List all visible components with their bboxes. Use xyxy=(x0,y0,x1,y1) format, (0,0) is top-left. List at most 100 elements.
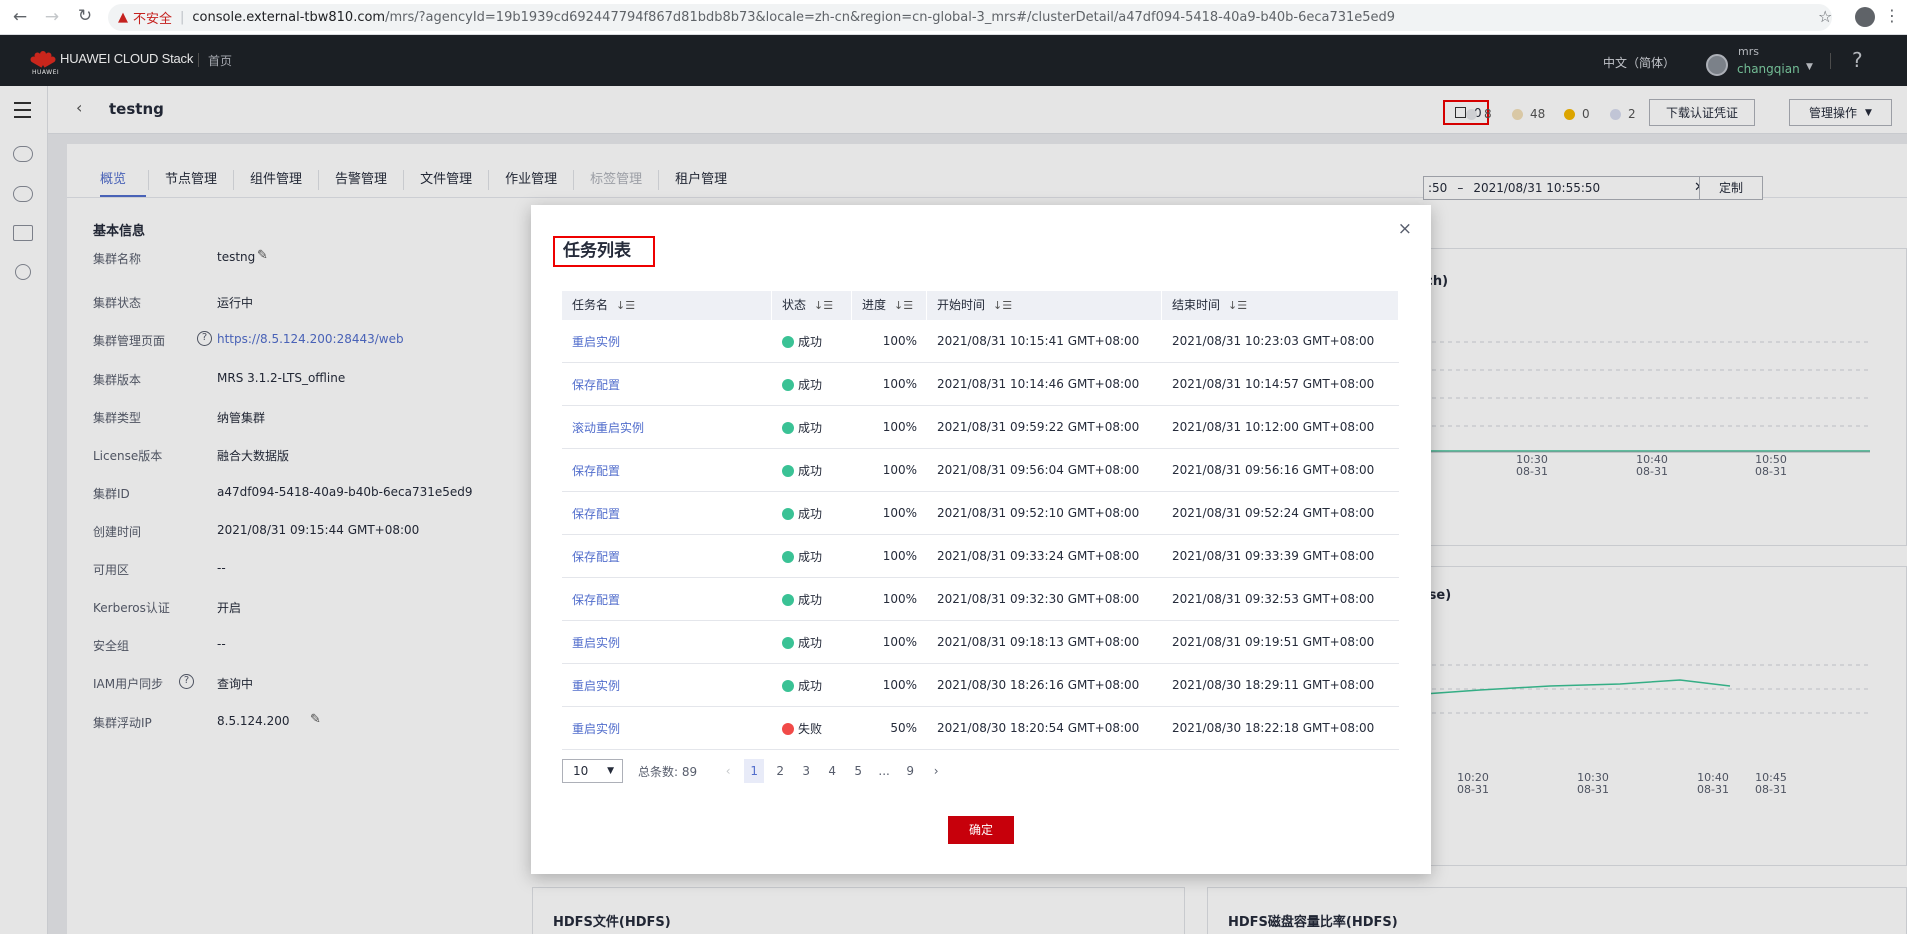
status-text: 成功 xyxy=(798,334,823,349)
table-row: 保存配置 成功 100% 2021/08/31 09:32:30 GMT+08:00 2… xyxy=(562,578,1399,621)
total-count: 总条数: 89 xyxy=(638,764,698,779)
page-number[interactable]: 4 xyxy=(819,764,845,778)
sort-icon[interactable]: ↓☰ xyxy=(814,291,833,320)
profile-icon[interactable] xyxy=(1855,7,1875,27)
table-header: 任务名 ↓☰ 状态 ↓☰ 进度 ↓☰ 开始时间 ↓☰ 结束时间 ↓☰ xyxy=(562,291,1399,320)
task-progress: 100% xyxy=(882,549,917,563)
task-status: 成功 xyxy=(772,634,852,651)
dialog-title: 任务列表 xyxy=(553,236,655,267)
task-start-time: 2021/08/31 09:59:22 GMT+08:00 xyxy=(937,420,1140,434)
more-menu-icon[interactable]: ⋮ xyxy=(1884,6,1900,25)
task-name-link[interactable]: 保存配置 xyxy=(562,462,772,479)
close-icon[interactable]: × xyxy=(1398,219,1412,239)
task-name-link[interactable]: 重启实例 xyxy=(562,720,772,737)
insecure-label: 不安全 xyxy=(133,12,173,27)
task-status: 失败 xyxy=(772,720,852,737)
status-text: 成功 xyxy=(798,635,823,650)
confirm-button[interactable]: 确定 xyxy=(948,816,1014,844)
sort-icon[interactable]: ↓☰ xyxy=(616,291,635,320)
status-text: 失败 xyxy=(798,721,823,736)
col-progress[interactable]: 进度 ↓☰ xyxy=(852,291,927,320)
task-name-link[interactable]: 保存配置 xyxy=(562,376,772,393)
sort-icon[interactable]: ↓☰ xyxy=(1228,291,1247,320)
success-check-icon xyxy=(782,593,794,606)
col-end-time[interactable]: 结束时间 ↓☰ xyxy=(1162,291,1399,320)
column-label: 开始时间 xyxy=(937,298,986,312)
status-text: 成功 xyxy=(798,377,823,392)
table-row: 重启实例 失败 50% 2021/08/30 18:20:54 GMT+08:00 20… xyxy=(562,707,1399,750)
table-row: 保存配置 成功 100% 2021/08/31 09:56:04 GMT+08:00 2… xyxy=(562,449,1399,492)
task-start-time: 2021/08/30 18:20:54 GMT+08:00 xyxy=(937,721,1140,735)
bookmark-star-icon[interactable]: ☆ xyxy=(1818,7,1832,26)
success-check-icon xyxy=(782,679,794,692)
task-status: 成功 xyxy=(772,333,852,350)
column-label: 状态 xyxy=(782,298,807,312)
success-check-icon xyxy=(782,335,794,348)
task-end-time: 2021/08/31 09:32:53 GMT+08:00 xyxy=(1172,592,1375,606)
task-start-time: 2021/08/31 09:18:13 GMT+08:00 xyxy=(937,635,1140,649)
page-number[interactable]: 1 xyxy=(744,759,765,783)
table-row: 保存配置 成功 100% 2021/08/31 09:33:24 GMT+08:00 2… xyxy=(562,535,1399,578)
table-row: 保存配置 成功 100% 2021/08/31 10:14:46 GMT+08:00 2… xyxy=(562,363,1399,406)
task-name-link[interactable]: 重启实例 xyxy=(562,333,772,350)
column-label: 任务名 xyxy=(572,298,609,312)
table-row: 重启实例 成功 100% 2021/08/31 09:18:13 GMT+08:00 2… xyxy=(562,621,1399,664)
failure-icon xyxy=(782,722,794,735)
sort-icon[interactable]: ↓☰ xyxy=(993,291,1012,320)
task-status: 成功 xyxy=(772,548,852,565)
task-progress: 100% xyxy=(882,377,917,391)
forward-arrow-icon[interactable]: → xyxy=(38,7,66,27)
chevron-down-icon: ▼ xyxy=(607,766,614,776)
task-progress: 100% xyxy=(882,635,917,649)
back-arrow-icon[interactable]: ← xyxy=(6,7,34,27)
task-end-time: 2021/08/31 10:14:57 GMT+08:00 xyxy=(1172,377,1375,391)
task-status: 成功 xyxy=(772,376,852,393)
task-start-time: 2021/08/31 10:14:46 GMT+08:00 xyxy=(937,377,1140,391)
status-text: 成功 xyxy=(798,678,823,693)
page-number[interactable]: 9 xyxy=(897,764,923,778)
task-progress: 100% xyxy=(882,420,917,434)
task-start-time: 2021/08/31 10:15:41 GMT+08:00 xyxy=(937,334,1140,348)
task-start-time: 2021/08/31 09:33:24 GMT+08:00 xyxy=(937,549,1140,563)
table-row: 重启实例 成功 100% 2021/08/30 18:26:16 GMT+08:00 2… xyxy=(562,664,1399,707)
reload-icon[interactable]: ↻ xyxy=(71,6,99,26)
task-status: 成功 xyxy=(772,419,852,436)
sort-icon[interactable]: ↓☰ xyxy=(894,291,913,320)
col-task-name[interactable]: 任务名 ↓☰ xyxy=(562,291,772,320)
task-progress: 100% xyxy=(882,592,917,606)
task-start-time: 2021/08/31 09:52:10 GMT+08:00 xyxy=(937,506,1140,520)
task-progress: 100% xyxy=(882,678,917,692)
prev-page-icon[interactable]: ‹ xyxy=(715,764,741,778)
page-size-select[interactable]: 10 ▼ xyxy=(562,759,623,783)
warning-icon: ▲ xyxy=(118,10,128,25)
task-name-link[interactable]: 重启实例 xyxy=(562,634,772,651)
address-bar[interactable]: ▲ 不安全 | console.external-tbw810.com/mrs/… xyxy=(108,4,1832,31)
success-check-icon xyxy=(782,421,794,434)
task-progress: 50% xyxy=(890,721,917,735)
task-end-time: 2021/08/31 09:33:39 GMT+08:00 xyxy=(1172,549,1375,563)
page-number[interactable]: 5 xyxy=(845,764,871,778)
task-start-time: 2021/08/31 09:32:30 GMT+08:00 xyxy=(937,592,1140,606)
task-end-time: 2021/08/31 10:23:03 GMT+08:00 xyxy=(1172,334,1375,348)
page-list: 1 2 3 4 5... 9 xyxy=(741,759,923,783)
task-name-link[interactable]: 保存配置 xyxy=(562,591,772,608)
task-end-time: 2021/08/31 09:52:24 GMT+08:00 xyxy=(1172,506,1375,520)
task-name-link[interactable]: 保存配置 xyxy=(562,505,772,522)
status-text: 成功 xyxy=(798,506,823,521)
task-start-time: 2021/08/31 09:56:04 GMT+08:00 xyxy=(937,463,1140,477)
page-ellipsis: ... xyxy=(878,764,890,778)
page-number[interactable]: 3 xyxy=(793,764,819,778)
task-name-link[interactable]: 重启实例 xyxy=(562,677,772,694)
col-start-time[interactable]: 开始时间 ↓☰ xyxy=(927,291,1162,320)
table-body: 重启实例 成功 100% 2021/08/31 10:15:41 GMT+08:00 2… xyxy=(562,320,1399,750)
task-progress: 100% xyxy=(882,463,917,477)
next-page-icon[interactable]: › xyxy=(923,764,949,778)
task-name-link[interactable]: 滚动重启实例 xyxy=(562,419,772,436)
column-label: 进度 xyxy=(862,298,887,312)
success-check-icon xyxy=(782,378,794,391)
task-progress: 100% xyxy=(882,506,917,520)
page-number[interactable]: 2 xyxy=(767,764,793,778)
task-name-link[interactable]: 保存配置 xyxy=(562,548,772,565)
col-status[interactable]: 状态 ↓☰ xyxy=(772,291,852,320)
success-check-icon xyxy=(782,550,794,563)
